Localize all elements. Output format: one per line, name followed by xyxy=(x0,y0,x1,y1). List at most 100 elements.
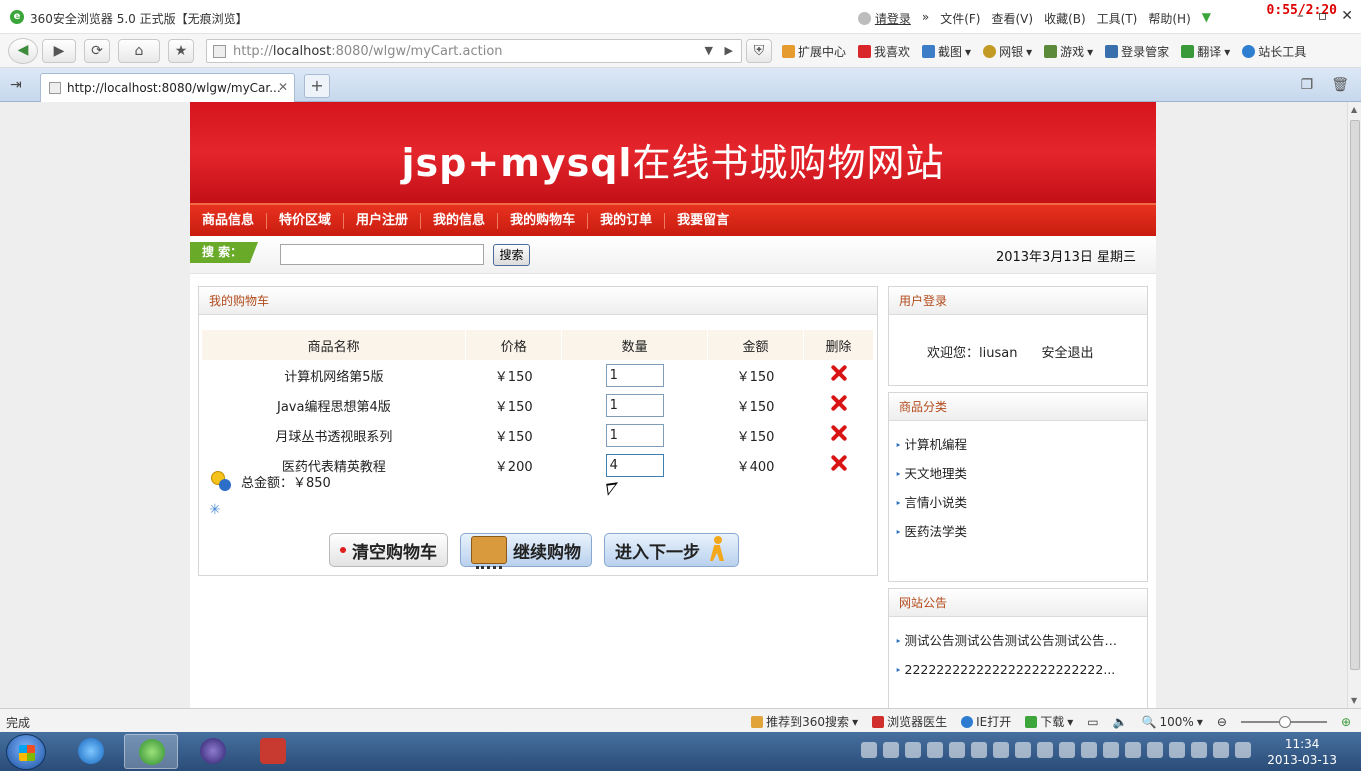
tray-app-icon[interactable] xyxy=(1037,742,1053,758)
trash-icon[interactable]: 🗑 xyxy=(1331,77,1349,93)
flag-icon[interactable] xyxy=(1213,742,1229,758)
delete-icon[interactable] xyxy=(830,394,848,412)
clear-cart-button[interactable]: 清空购物车 xyxy=(329,533,448,567)
nav-products[interactable]: 商品信息 xyxy=(190,212,268,229)
sidebar-toggle-icon[interactable]: ⇥ xyxy=(10,77,22,93)
bookmark-button[interactable]: ★ xyxy=(168,39,194,63)
list-item[interactable]: 测试公告测试公告测试公告测试公告… xyxy=(895,627,1140,656)
nav-my-cart[interactable]: 我的购物车 xyxy=(498,212,589,229)
logout-link[interactable]: 安全退出 xyxy=(1041,342,1093,361)
quantity-input[interactable]: 4 xyxy=(605,453,664,477)
menu-view[interactable]: 查看(V) xyxy=(991,10,1033,27)
menu-tools[interactable]: 工具(T) xyxy=(1097,10,1138,27)
tool-like[interactable]: 我喜欢 xyxy=(858,43,910,60)
start-button[interactable] xyxy=(6,734,46,770)
forward-button[interactable]: ▶ xyxy=(42,39,76,63)
nav-register[interactable]: 用户注册 xyxy=(344,212,422,229)
taskbar-eclipse[interactable] xyxy=(186,734,240,769)
quantity-input[interactable]: 1 xyxy=(605,423,664,447)
tray-app-icon[interactable] xyxy=(883,742,899,758)
login-link[interactable]: 请登录 xyxy=(857,10,911,27)
chevron-down-icon[interactable]: ▼ xyxy=(705,44,713,57)
show-desktop-icon[interactable] xyxy=(1235,742,1251,758)
scrollbar-thumb[interactable] xyxy=(1350,120,1360,670)
search-input[interactable] xyxy=(280,244,484,265)
skin-icon[interactable]: ▼ xyxy=(1202,10,1211,27)
tool-webmaster[interactable]: 站长工具 xyxy=(1242,43,1306,60)
nav-leave-message[interactable]: 我要留言 xyxy=(665,213,741,229)
address-bar[interactable]: http://localhost:8080/wlgw/myCart.action… xyxy=(206,39,742,63)
address-url[interactable]: http://localhost:8080/wlgw/myCart.action xyxy=(233,44,503,59)
delete-icon[interactable] xyxy=(830,364,848,382)
close-tab-icon[interactable]: ✕ xyxy=(278,80,288,94)
zoom-in-icon[interactable]: ⊕ xyxy=(1341,715,1351,729)
menu-help[interactable]: 帮助(H) xyxy=(1148,10,1190,27)
home-button[interactable]: ⌂ xyxy=(118,39,160,63)
keyboard-icon[interactable] xyxy=(861,742,877,758)
minimize-icon[interactable]: – xyxy=(1297,8,1304,24)
search-button[interactable]: 搜索 xyxy=(493,244,530,266)
tool-games[interactable]: 游戏 ▾ xyxy=(1044,43,1093,60)
taskbar-toolbox[interactable] xyxy=(246,734,300,769)
menu-favorites[interactable]: 收藏(B) xyxy=(1044,10,1086,27)
tray-app-icon[interactable] xyxy=(993,742,1009,758)
tool-screenshot[interactable]: 截图 ▾ xyxy=(922,43,971,60)
volume-icon[interactable] xyxy=(1191,742,1207,758)
browser-doctor[interactable]: 浏览器医生 xyxy=(872,713,947,730)
zoom-slider[interactable] xyxy=(1240,715,1327,728)
vertical-scrollbar[interactable]: ▲ ▼ xyxy=(1347,102,1361,708)
delete-icon[interactable] xyxy=(830,424,848,442)
list-item[interactable]: 计算机编程 xyxy=(895,431,1140,460)
downloads[interactable]: 下载 ▾ xyxy=(1025,713,1073,730)
tray-app-icon[interactable] xyxy=(971,742,987,758)
tray-app-icon[interactable] xyxy=(1015,742,1031,758)
quantity-input[interactable]: 1 xyxy=(605,393,664,417)
tool-bank[interactable]: 网银 ▾ xyxy=(983,43,1032,60)
qq-icon[interactable] xyxy=(1147,742,1163,758)
qq-icon[interactable] xyxy=(1059,742,1075,758)
qq-icon[interactable] xyxy=(1125,742,1141,758)
open-in-ie[interactable]: IE打开 xyxy=(961,713,1011,730)
tool-extensions[interactable]: 扩展中心 xyxy=(782,43,846,60)
delete-icon[interactable] xyxy=(830,454,848,472)
list-item[interactable]: 天文地理类 xyxy=(895,460,1140,489)
next-step-button[interactable]: 进入下一步 xyxy=(604,533,739,567)
security-button[interactable]: ⛨ xyxy=(746,39,772,63)
list-item[interactable]: 医药法学类 xyxy=(895,518,1140,547)
maximize-icon[interactable]: ▫ xyxy=(1318,8,1328,24)
tray-app-icon[interactable] xyxy=(927,742,943,758)
refresh-button[interactable]: ⟳ xyxy=(84,39,110,63)
restore-tabs-icon[interactable]: ❐ xyxy=(1301,77,1314,93)
taskbar-clock[interactable]: 11:34 2013-03-13 xyxy=(1267,736,1337,768)
tool-login-manager[interactable]: 登录管家 xyxy=(1105,43,1169,60)
taskbar-360browser[interactable] xyxy=(124,734,178,769)
taskbar-ie[interactable] xyxy=(64,734,118,769)
tool-translate[interactable]: 翻译 ▾ xyxy=(1181,43,1230,60)
scroll-up-icon[interactable]: ▲ xyxy=(1351,105,1357,114)
nav-my-info[interactable]: 我的信息 xyxy=(421,212,499,229)
nav-my-orders[interactable]: 我的订单 xyxy=(588,212,666,229)
tray-app-icon[interactable] xyxy=(949,742,965,758)
window-icon[interactable]: ▭ xyxy=(1087,715,1098,729)
network-icon[interactable] xyxy=(1169,742,1185,758)
scroll-down-icon[interactable]: ▼ xyxy=(1351,696,1357,705)
table-row: 月球丛书透视眼系列 ￥150 1 ￥150 xyxy=(202,420,874,450)
nav-specials[interactable]: 特价区域 xyxy=(267,212,345,229)
close-icon[interactable]: ✕ xyxy=(1341,8,1353,24)
quantity-input[interactable]: 1 xyxy=(605,363,664,387)
list-item[interactable]: 2222222222222222222222222... xyxy=(895,656,1140,685)
back-button[interactable]: ◀ xyxy=(8,38,38,64)
tray-app-icon[interactable] xyxy=(905,742,921,758)
list-item[interactable]: 言情小说类 xyxy=(895,489,1140,518)
speaker-icon[interactable]: 🔈 xyxy=(1113,715,1128,729)
go-icon[interactable]: ▶ xyxy=(725,44,733,57)
zoom-level[interactable]: 🔍 100% ▾ xyxy=(1142,715,1203,729)
recommend-search[interactable]: 推荐到360搜索 ▾ xyxy=(751,713,858,730)
qq-icon[interactable] xyxy=(1081,742,1097,758)
continue-shopping-button[interactable]: 继续购物 xyxy=(460,533,592,569)
new-tab-button[interactable]: + xyxy=(304,74,330,98)
menu-file[interactable]: 文件(F) xyxy=(940,10,980,27)
zoom-out-icon[interactable]: ⊖ xyxy=(1217,715,1227,729)
qq-icon[interactable] xyxy=(1103,742,1119,758)
tab-mycart[interactable]: http://localhost:8080/wlgw/myCar... ✕ xyxy=(40,73,295,102)
